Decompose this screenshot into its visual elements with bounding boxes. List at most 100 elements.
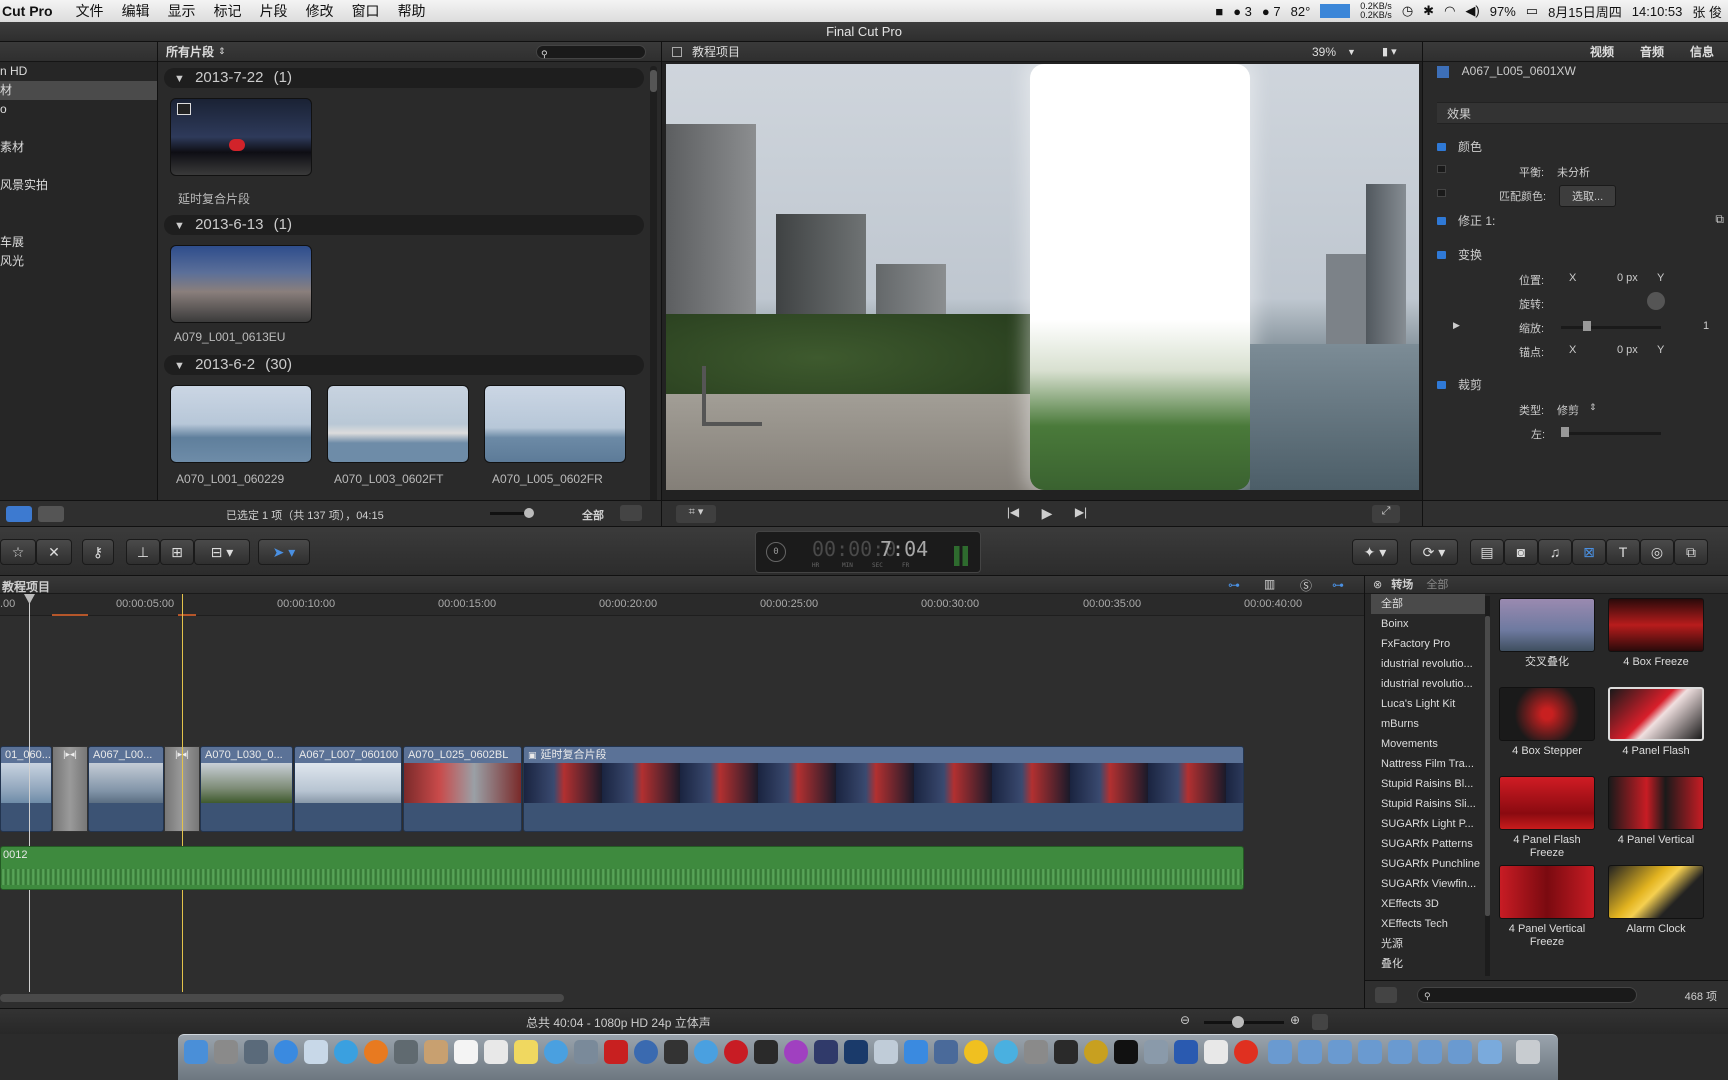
category-item[interactable]: Movements — [1371, 734, 1485, 754]
menu-edit[interactable]: 编辑 — [113, 1, 159, 21]
crop-section[interactable]: 裁剪 — [1437, 376, 1728, 400]
favorite-button[interactable]: ☆ — [0, 539, 36, 565]
clip-thumbnail[interactable] — [170, 385, 312, 463]
compound-clip[interactable]: ▣ 延时复合片段 — [523, 746, 1244, 832]
library-item[interactable] — [0, 214, 157, 233]
menu-view[interactable]: 显示 — [159, 1, 205, 21]
select-tool-button[interactable]: ➤ ▾ — [258, 539, 310, 565]
clip-thumbnail[interactable] — [327, 385, 469, 463]
library-item[interactable]: 材 — [0, 81, 157, 100]
stickies-icon[interactable] — [514, 1040, 538, 1064]
library-item[interactable]: n HD — [0, 62, 157, 81]
checkbox[interactable] — [1437, 165, 1446, 173]
dvd-player-icon[interactable] — [664, 1040, 688, 1064]
library-item[interactable]: 风光 — [0, 252, 157, 271]
skip-back-button[interactable]: |◀ — [998, 505, 1028, 523]
category-scrollbar[interactable] — [1485, 596, 1490, 976]
fx-search-input[interactable]: ⚲ — [1417, 987, 1637, 1003]
crop-left-slider[interactable] — [1561, 432, 1661, 435]
menu-window[interactable]: 窗口 — [343, 1, 389, 21]
folder-icon[interactable] — [1298, 1040, 1322, 1064]
firefox-icon[interactable] — [364, 1040, 388, 1064]
enable-checkbox[interactable] — [1437, 217, 1446, 225]
user-name[interactable]: 张 俊 — [1692, 2, 1722, 21]
quicktime-icon[interactable] — [634, 1040, 658, 1064]
zoom-dropdown[interactable]: 39% — [1312, 45, 1336, 59]
battery-percent[interactable]: 97% — [1490, 4, 1516, 19]
menu-file[interactable]: 文件 — [67, 1, 113, 21]
photo-booth-icon[interactable] — [604, 1040, 628, 1064]
timeline-scrollbar[interactable] — [0, 994, 564, 1002]
transition-item[interactable]: 4 Panel Vertical Freeze — [1497, 865, 1597, 949]
category-item[interactable]: Stupid Raisins Sli... — [1371, 794, 1485, 814]
menu-modify[interactable]: 修改 — [297, 1, 343, 21]
tab-audio[interactable]: 音频 — [1640, 43, 1664, 60]
library-item[interactable]: 素材 — [0, 138, 157, 157]
qq-app-icon[interactable] — [964, 1040, 988, 1064]
menu-help[interactable]: 帮助 — [389, 1, 435, 21]
app-menu[interactable]: Cut Pro — [0, 3, 67, 19]
transition[interactable]: |▸◂| — [52, 746, 88, 832]
skip-forward-button[interactable]: ▶| — [1066, 505, 1096, 523]
clip-thumbnail[interactable] — [170, 98, 312, 176]
close-icon[interactable]: ⊗ — [1373, 579, 1382, 591]
timeline-clip[interactable]: 01_060... — [0, 746, 52, 832]
skimming-button[interactable]: ⊶ — [1332, 578, 1344, 592]
position-x-value[interactable]: 0 px — [1617, 272, 1638, 284]
category-item[interactable]: SUGARfx Punchline — [1371, 854, 1485, 874]
enable-checkbox[interactable] — [1437, 251, 1446, 259]
insert-clip-button[interactable]: ⊞ — [160, 539, 194, 565]
date-group-header[interactable]: ▼ 2013-6-13 (1) — [164, 215, 644, 235]
wifi-icon[interactable]: ◠ — [1444, 3, 1455, 19]
word-icon[interactable] — [1174, 1040, 1198, 1064]
mail-icon[interactable] — [304, 1040, 328, 1064]
time-machine-icon[interactable]: ◷ — [1402, 3, 1413, 19]
slider-knob[interactable] — [1583, 321, 1591, 331]
disclosure-triangle-icon[interactable]: ▶ — [1453, 320, 1460, 331]
color-board-icon[interactable]: ⧉ — [1715, 212, 1724, 227]
zoom-out-icon[interactable]: ⊖ — [1180, 1013, 1190, 1027]
chrome-icon[interactable] — [694, 1040, 718, 1064]
trash-icon[interactable] — [1516, 1040, 1540, 1064]
category-item[interactable]: 叠化 — [1371, 954, 1485, 974]
connect-clip-button[interactable]: ⊥ — [126, 539, 160, 565]
network-speed[interactable]: 0.2KB/s 0.2KB/s — [1360, 2, 1392, 20]
transform-tool-dropdown[interactable]: ⌗ ▾ — [676, 505, 716, 523]
slider-knob[interactable] — [1232, 1016, 1244, 1028]
app-store-icon[interactable] — [274, 1040, 298, 1064]
category-item[interactable]: 光源 — [1371, 934, 1485, 954]
category-item[interactable]: SUGARfx Light P... — [1371, 814, 1485, 834]
terminal-icon[interactable] — [1114, 1040, 1138, 1064]
folder-icon[interactable] — [1358, 1040, 1382, 1064]
scale-value[interactable]: 1 — [1703, 320, 1709, 332]
contacts-icon[interactable] — [424, 1040, 448, 1064]
date-group-header[interactable]: ▼ 2013-7-22 (1) — [164, 68, 644, 88]
slider-knob[interactable] — [524, 508, 534, 518]
downloads-icon[interactable] — [1478, 1040, 1502, 1064]
facetime-icon[interactable] — [394, 1040, 418, 1064]
qq-group-icon[interactable]: ● 7 — [1262, 4, 1281, 19]
transition-item-selected[interactable]: 4 Panel Flash — [1606, 687, 1706, 758]
transform-section[interactable]: 变换 — [1437, 246, 1728, 270]
fullscreen-button[interactable]: ⤢ — [1372, 505, 1400, 523]
category-item[interactable]: Stupid Raisins Bl... — [1371, 774, 1485, 794]
rotation-dial[interactable] — [1647, 292, 1665, 310]
final-cut-icon[interactable] — [754, 1040, 778, 1064]
duration-filter[interactable]: 全部 — [582, 507, 604, 523]
folder-icon[interactable] — [1268, 1040, 1292, 1064]
qq-icon[interactable]: ● 3 — [1233, 4, 1252, 19]
transition-item[interactable]: 交叉叠化 — [1497, 598, 1597, 669]
tab-video[interactable]: 视频 — [1590, 43, 1614, 60]
motion-icon[interactable] — [814, 1040, 838, 1064]
category-item[interactable]: Nattress Film Tra... — [1371, 754, 1485, 774]
category-item[interactable]: idustrial revolutio... — [1371, 674, 1485, 694]
snapping-button[interactable]: Ⓢ — [1300, 577, 1312, 594]
category-item[interactable]: XEffects 3D — [1371, 894, 1485, 914]
mission-control-icon[interactable] — [244, 1040, 268, 1064]
clip-thumbnail[interactable] — [170, 245, 312, 323]
checkbox[interactable] — [1437, 189, 1446, 197]
preview-icon[interactable] — [874, 1040, 898, 1064]
photo-icon[interactable] — [574, 1040, 598, 1064]
waveform-button[interactable]: ▥ — [1264, 577, 1275, 591]
timeline-clip[interactable]: A070_L030_0... — [200, 746, 293, 832]
